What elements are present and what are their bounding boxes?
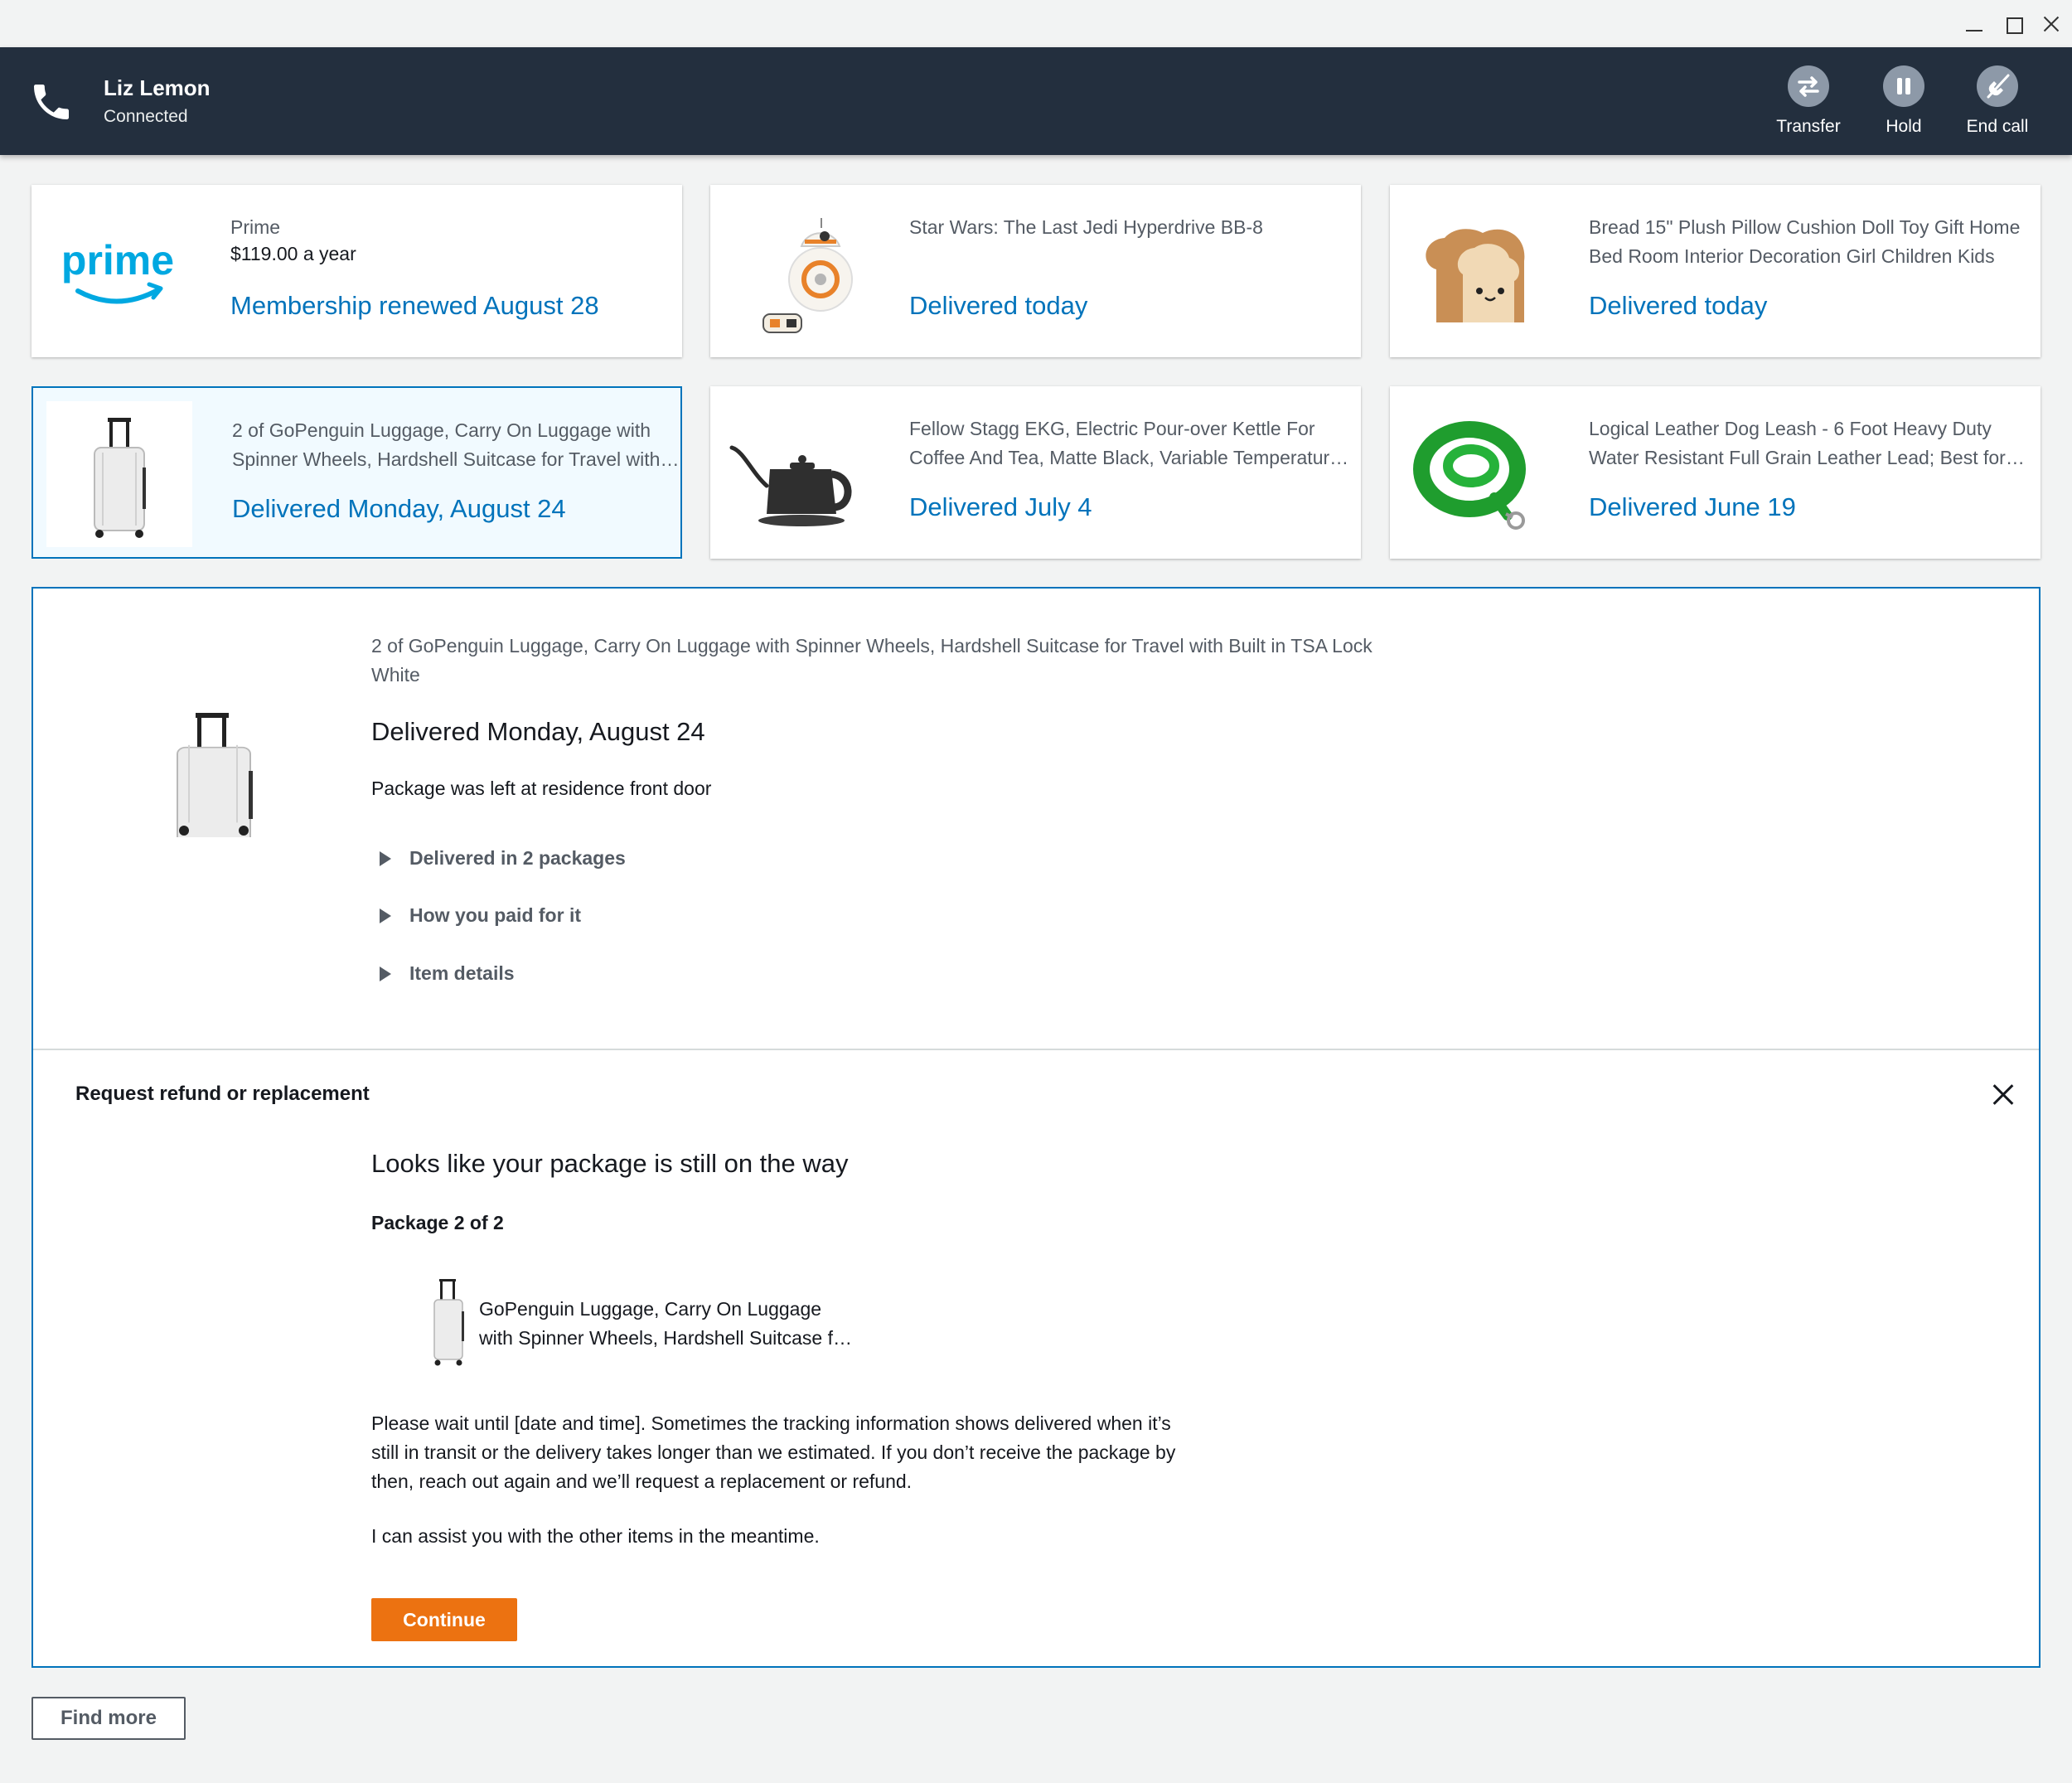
hold-button[interactable]: Hold [1854, 65, 1953, 137]
package-label: Package 2 of 2 [371, 1212, 504, 1233]
find-more-button[interactable]: Find more [31, 1697, 186, 1740]
pause-icon [1897, 78, 1910, 94]
close-window-icon[interactable] [2039, 12, 2064, 36]
end-call-icon [1987, 74, 2010, 99]
card-status: Delivered July 4 [909, 492, 1092, 521]
transfer-button[interactable]: Transfer [1759, 65, 1858, 137]
luggage-image [177, 713, 253, 837]
caret-right-icon [380, 967, 391, 981]
luggage-image [433, 1279, 464, 1366]
card-title: Bread 15" Plush Pillow Cushion Doll Toy … [1589, 216, 2021, 267]
card-status: Delivered June 19 [1589, 492, 1796, 521]
call-header: Liz Lemon Connected Transfer Hold End ca… [0, 47, 2072, 155]
prime-logo: prime [61, 237, 174, 304]
continue-button[interactable]: Continue [371, 1598, 517, 1641]
phone-icon [34, 85, 69, 119]
order-card-prime[interactable]: prime Prime $119.00 a year Membership re… [31, 185, 682, 357]
expander-label: Item details [409, 962, 515, 984]
minimize-icon[interactable] [1962, 12, 1987, 36]
svg-text:prime: prime [61, 237, 174, 283]
kettle-image [729, 445, 852, 526]
card-title: Star Wars: The Last Jedi Hyperdrive BB-8 [909, 216, 1263, 238]
window-titlebar [0, 0, 2072, 47]
refund-section-title: Request refund or replacement [75, 1083, 370, 1105]
section-divider [33, 1049, 2039, 1050]
end-call-label: End call [1966, 117, 2029, 136]
order-card-bread-plush[interactable]: Bread 15" Plush Pillow Cushion Doll Toy … [1390, 185, 2041, 357]
expander-delivered-packages[interactable]: Delivered in 2 packages [380, 847, 626, 870]
refund-item-title: GoPenguin Luggage, Carry On Luggage with… [479, 1295, 852, 1353]
expander-payment[interactable]: How you paid for it [380, 904, 581, 927]
end-call-button[interactable]: End call [1948, 65, 2047, 137]
transfer-label: Transfer [1776, 117, 1841, 136]
refund-assist-text: I can assist you with the other items in… [371, 1525, 820, 1547]
refund-item-title-line1: GoPenguin Luggage, Carry On Luggage [479, 1298, 822, 1320]
expander-item-details[interactable]: Item details [380, 962, 515, 985]
maximize-icon[interactable] [2001, 12, 2026, 36]
card-status: Membership renewed August 28 [230, 291, 599, 320]
call-status: Connected [104, 107, 188, 126]
dog-leash-image [1413, 421, 1526, 530]
transfer-icon [1798, 76, 1819, 97]
luggage-image [46, 401, 192, 547]
card-price: $119.00 a year [230, 243, 356, 264]
order-detail-panel: 2 of GoPenguin Luggage, Carry On Luggage… [31, 587, 2041, 1668]
card-title: 2 of GoPenguin Luggage, Carry On Luggage… [232, 419, 661, 470]
card-status: Delivered today [1589, 291, 1768, 320]
bread-plush-image [1426, 229, 1525, 322]
order-card-bb8[interactable]: Star Wars: The Last Jedi Hyperdrive BB-8… [710, 185, 1361, 357]
card-title: Fellow Stagg EKG, Electric Pour-over Ket… [909, 418, 1340, 468]
bb8-toy-image [762, 218, 853, 333]
delivery-note: Package was left at residence front door [371, 778, 712, 799]
detail-status: Delivered Monday, August 24 [371, 717, 705, 746]
order-card-kettle[interactable]: Fellow Stagg EKG, Electric Pour-over Ket… [710, 386, 1361, 559]
caller-name: Liz Lemon [104, 75, 211, 100]
refund-item-title-line2: with Spinner Wheels, Hardshell Suitcase … [479, 1327, 852, 1349]
close-icon[interactable] [1989, 1081, 2017, 1109]
card-title: Prime [230, 216, 281, 238]
caret-right-icon [380, 908, 391, 923]
hold-label: Hold [1886, 117, 1922, 136]
refund-message: Please wait until [date and time]. Somet… [371, 1412, 1176, 1492]
detail-title: 2 of GoPenguin Luggage, Carry On Luggage… [371, 635, 1372, 686]
expander-label: How you paid for it [409, 904, 581, 926]
card-status: Delivered today [909, 291, 1088, 320]
refund-heading: Looks like your package is still on the … [371, 1149, 849, 1178]
order-card-dog-leash[interactable]: Logical Leather Dog Leash - 6 Foot Heavy… [1390, 386, 2041, 559]
card-title: Logical Leather Dog Leash - 6 Foot Heavy… [1589, 418, 2006, 468]
caret-right-icon [380, 851, 391, 866]
card-status: Delivered Monday, August 24 [232, 494, 566, 523]
order-card-luggage-selected[interactable]: 2 of GoPenguin Luggage, Carry On Luggage… [31, 386, 682, 559]
expander-label: Delivered in 2 packages [409, 847, 626, 869]
